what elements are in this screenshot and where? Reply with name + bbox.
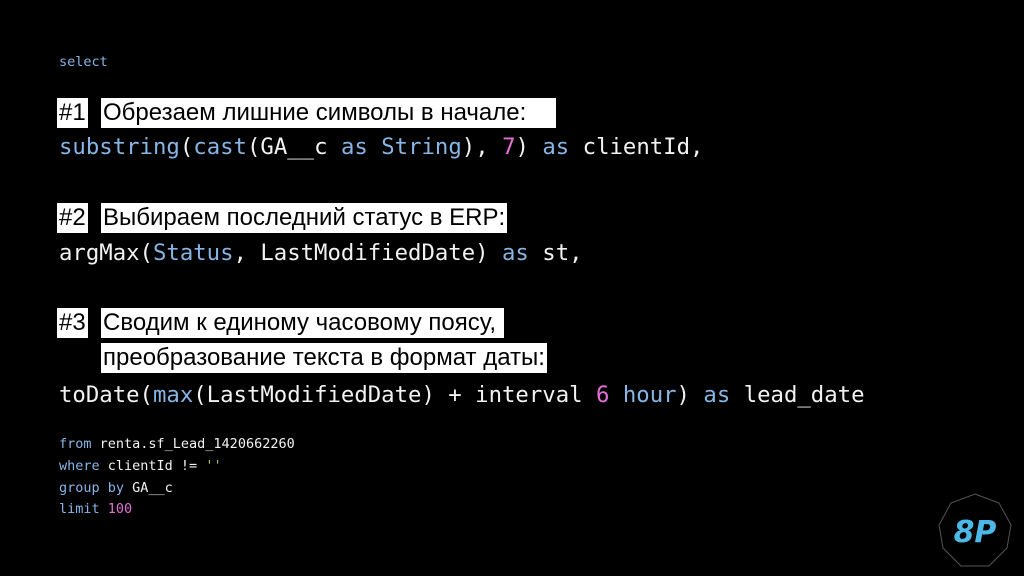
- where-clause: where clientId != '': [59, 455, 222, 477]
- from-clause: from renta.sf_Lead_1420662260: [59, 433, 295, 455]
- code-keyword: group by: [59, 480, 125, 496]
- code-token: toDate(: [59, 382, 153, 408]
- code-keyword: hour: [622, 382, 677, 408]
- code-token: clientId !=: [99, 458, 206, 474]
- code-token: GA__c: [124, 480, 173, 496]
- code-token: (LastModifiedDate) + interval: [193, 382, 596, 408]
- code-token: argMax(: [59, 240, 153, 266]
- code-keyword: Status: [152, 240, 234, 266]
- code-number: 6: [595, 382, 610, 408]
- code-line-2: argMax(Status, LastModifiedDate) as st,: [59, 238, 583, 268]
- code-line-1: substring(cast(GA__c as String), 7) as c…: [59, 132, 703, 162]
- code-token: ),: [461, 134, 503, 160]
- code-number: 100: [107, 501, 133, 517]
- select-keyword: select: [59, 54, 108, 70]
- code-token: renta.sf_Lead_1420662260: [91, 436, 295, 452]
- code-keyword: as: [502, 240, 529, 266]
- code-keyword: where: [59, 458, 100, 474]
- code-keyword: limit: [59, 501, 100, 517]
- step-text: Обрезаем лишние символы в начале:: [101, 98, 557, 128]
- code-keyword: as: [542, 134, 570, 160]
- step-text: Сводим к единому часовому поясу,: [101, 308, 504, 338]
- step-tag: #1: [57, 98, 88, 128]
- code-token: (GA__c: [246, 134, 341, 160]
- group-by-clause: group by GA__c: [59, 477, 173, 499]
- code-keyword: cast: [193, 134, 247, 160]
- step-2-heading: #2 Выбираем последний статус в ERP:: [57, 203, 508, 233]
- step-tag: #3: [57, 308, 88, 338]
- logo-text: 8P: [954, 515, 997, 550]
- code-token: clientId,: [569, 134, 704, 160]
- step-3-heading-line-2: преобразование текста в формат даты:: [57, 343, 547, 373]
- step-tag: #2: [57, 203, 88, 233]
- code-line-3: toDate(max(LastModifiedDate) + interval …: [59, 380, 865, 410]
- code-token: lead_date: [730, 382, 865, 408]
- limit-clause: limit 100: [59, 498, 132, 520]
- code-keyword: substring: [59, 134, 180, 160]
- code-token: ): [676, 382, 704, 408]
- code-keyword: String: [381, 134, 462, 160]
- step-1-heading: #1 Обрезаем лишние символы в начале:: [57, 98, 557, 128]
- step-text: преобразование текста в формат даты:: [101, 343, 547, 373]
- code-token: (: [179, 134, 194, 160]
- code-token: st,: [528, 240, 583, 266]
- step-3-heading: #3 Сводим к единому часовому поясу,: [57, 308, 504, 338]
- code-number: 7: [502, 134, 516, 160]
- octagon-logo-icon: 8P: [938, 493, 1012, 567]
- code-keyword: max: [152, 382, 194, 408]
- code-keyword: from: [59, 436, 92, 452]
- code-token: , LastModifiedDate): [233, 240, 502, 266]
- code-string: '': [205, 458, 222, 474]
- code-keyword: as: [340, 134, 368, 160]
- code-token: ): [515, 134, 543, 160]
- code-keyword: as: [703, 382, 731, 408]
- step-text: Выбираем последний статус в ERP:: [101, 203, 508, 233]
